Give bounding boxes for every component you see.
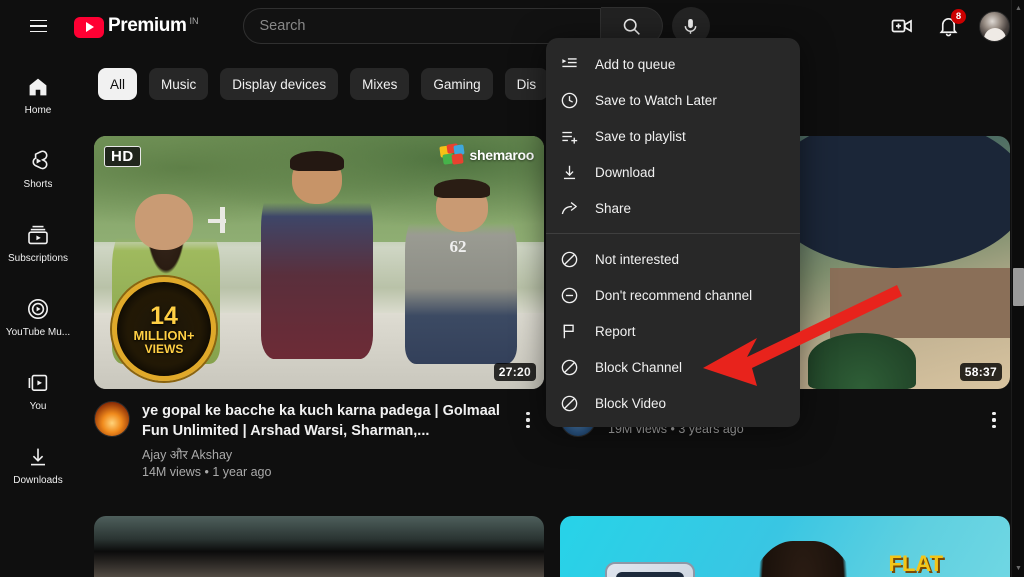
- playlist-add-icon: [562, 131, 578, 144]
- menu-item-dont-recommend-channel[interactable]: Don't recommend channel: [546, 277, 800, 313]
- menu-item-label: Save to Watch Later: [595, 92, 717, 108]
- logo-wordmark: Premium: [108, 14, 187, 36]
- video-thumbnail[interactable]: [94, 516, 544, 577]
- block-icon: [561, 251, 578, 267]
- video-context-menu: Add to queue Save to Watch Later Save to…: [546, 38, 800, 427]
- chip-display-devices[interactable]: Display devices: [220, 68, 339, 100]
- video-card[interactable]: 62 HD shemaroo 14 MILLION+ VIEWS 27:20 y…: [94, 136, 544, 479]
- scroll-up-arrow-icon[interactable]: ▲: [1012, 2, 1024, 15]
- notification-count-badge: 8: [951, 9, 966, 24]
- mini-sidebar: Home Shorts Subscriptions YouTube Mu...: [0, 52, 76, 577]
- scroll-down-arrow-icon[interactable]: ▼: [1012, 562, 1024, 575]
- menu-item-add-to-queue[interactable]: Add to queue: [546, 46, 800, 82]
- channel-avatar[interactable]: [94, 401, 130, 437]
- sidebar-item-home[interactable]: Home: [0, 58, 76, 132]
- share-icon: [561, 201, 577, 214]
- menu-item-label: Save to playlist: [595, 128, 686, 144]
- video-stats: 14M views • 1 year ago: [142, 465, 272, 479]
- menu-item-download[interactable]: Download: [546, 154, 800, 190]
- create-video-icon[interactable]: [883, 7, 921, 45]
- sidebar-item-label: YouTube Mu...: [5, 326, 71, 338]
- video-metadata: ye gopal ke bacche ka kuch karna padega …: [94, 401, 544, 479]
- views-milestone-badge: 14 MILLION+ VIEWS: [112, 277, 216, 381]
- menu-item-label: Block Channel: [595, 359, 683, 375]
- video-thumbnail[interactable]: 62 HD shemaroo 14 MILLION+ VIEWS 27:20: [94, 136, 544, 389]
- youtube-play-icon: [74, 16, 104, 38]
- youtube-premium-logo[interactable]: Premium IN: [74, 15, 199, 38]
- menu-item-label: Block Video: [595, 395, 667, 411]
- sidebar-item-shorts[interactable]: Shorts: [0, 132, 76, 206]
- logo-country-code: IN: [189, 15, 199, 26]
- chip-mixes[interactable]: Mixes: [350, 68, 410, 100]
- top-header: Premium IN Search 8: [0, 0, 1024, 52]
- sidebar-item-you[interactable]: You: [0, 354, 76, 428]
- chip-music[interactable]: Music: [149, 68, 209, 100]
- menu-item-block-channel[interactable]: Block Channel: [546, 349, 800, 385]
- menu-item-block-video[interactable]: Block Video: [546, 385, 800, 421]
- chip-all[interactable]: All: [98, 68, 138, 100]
- chip-dis[interactable]: Dis: [504, 68, 549, 100]
- sidebar-item-label: Downloads: [13, 474, 63, 486]
- video-duration: 27:20: [493, 363, 536, 381]
- video-card[interactable]: FLAT: [560, 516, 1010, 577]
- video-thumbnail[interactable]: FLAT: [560, 516, 1010, 577]
- scrollbar-thumb[interactable]: [1013, 268, 1024, 306]
- hamburger-menu-icon[interactable]: [18, 6, 58, 46]
- minus-circle-icon: [561, 287, 578, 303]
- sidebar-item-downloads[interactable]: Downloads: [0, 428, 76, 502]
- watermark-text: shemaroo: [469, 147, 534, 163]
- block-icon: [561, 395, 578, 411]
- menu-item-share[interactable]: Share: [546, 190, 800, 226]
- add-to-queue-icon: [562, 57, 577, 67]
- download-icon: [563, 165, 576, 179]
- sidebar-item-youtube-music[interactable]: YouTube Mu...: [0, 280, 76, 354]
- badge-views-word: VIEWS: [144, 341, 184, 356]
- block-icon: [561, 359, 578, 375]
- sidebar-item-label: Shorts: [23, 178, 53, 190]
- page-scrollbar[interactable]: ▲ ▼: [1011, 0, 1024, 577]
- menu-item-label: Report: [595, 323, 636, 339]
- menu-item-label: Don't recommend channel: [595, 287, 753, 303]
- badge-number: 14: [150, 302, 178, 330]
- video-options-menu-icon[interactable]: [982, 401, 1006, 439]
- video-duration: 58:37: [959, 363, 1002, 381]
- video-card[interactable]: [94, 516, 544, 577]
- menu-item-save-to-watch-later[interactable]: Save to Watch Later: [546, 82, 800, 118]
- clock-icon: [561, 92, 578, 108]
- notifications-bell-icon[interactable]: 8: [929, 7, 967, 45]
- badge-unit: MILLION+: [133, 328, 195, 343]
- menu-item-label: Not interested: [595, 251, 680, 267]
- menu-item-not-interested[interactable]: Not interested: [546, 241, 800, 277]
- menu-item-report[interactable]: Report: [546, 313, 800, 349]
- shemaroo-watermark: shemaroo: [439, 143, 534, 166]
- sidebar-item-label: Subscriptions: [7, 252, 69, 264]
- video-options-menu-icon[interactable]: [516, 401, 540, 439]
- channel-name-text: Ajay और Akshay: [142, 448, 233, 462]
- chip-gaming[interactable]: Gaming: [421, 68, 493, 100]
- sidebar-item-label: You: [29, 400, 47, 412]
- menu-divider: [546, 233, 800, 234]
- menu-item-label: Download: [595, 164, 656, 180]
- menu-item-label: Share: [595, 200, 632, 216]
- search-box[interactable]: [242, 8, 601, 44]
- channel-name[interactable]: Ajay और Akshay: [142, 446, 512, 463]
- hd-badge: HD: [104, 146, 141, 167]
- avatar[interactable]: [979, 10, 1010, 42]
- search-input[interactable]: [259, 18, 600, 34]
- header-actions: 8: [883, 0, 1010, 52]
- menu-item-label: Add to queue: [595, 56, 676, 72]
- video-title[interactable]: ye gopal ke bacche ka kuch karna padega …: [142, 401, 512, 441]
- sidebar-item-subscriptions[interactable]: Subscriptions: [0, 206, 76, 280]
- flag-icon: [563, 324, 574, 338]
- menu-item-save-to-playlist[interactable]: Save to playlist: [546, 118, 800, 154]
- sidebar-item-label: Home: [24, 104, 52, 116]
